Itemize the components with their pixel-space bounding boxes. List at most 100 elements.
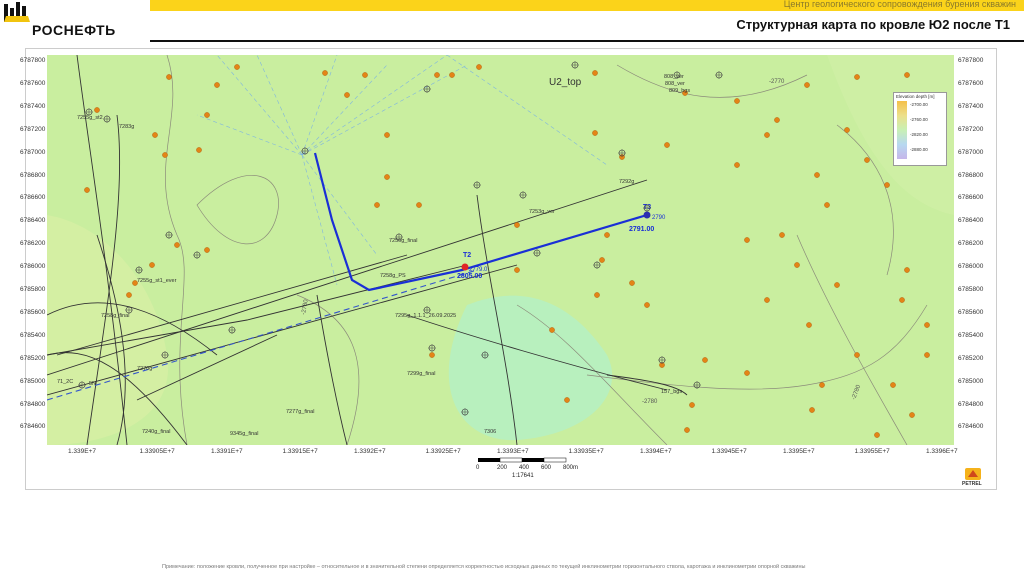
well-label: 7258g_PS bbox=[380, 273, 406, 279]
well-dot bbox=[594, 292, 600, 298]
x-tick-label: 1.33925E+7 bbox=[425, 448, 461, 455]
well-dot bbox=[196, 147, 202, 153]
well-dot bbox=[684, 427, 690, 433]
well-label: 7258g_final bbox=[101, 313, 129, 319]
y-tick-label: 6787400 bbox=[20, 102, 46, 110]
y-tick-label: 6784800 bbox=[958, 400, 984, 408]
y-tick-label: 6787400 bbox=[958, 102, 984, 110]
target-tvd: 2805.00 bbox=[457, 273, 482, 280]
well-dot bbox=[834, 282, 840, 288]
well-label: 7255g_st1_ever bbox=[137, 278, 177, 284]
well-dot bbox=[644, 302, 650, 308]
y-tick-label: 6786200 bbox=[958, 240, 984, 248]
legend-color-bar bbox=[897, 101, 907, 159]
target-depth: 2790 bbox=[652, 215, 666, 221]
target-tvd: 2791.00 bbox=[629, 226, 654, 233]
y-tick-label: 6787000 bbox=[958, 148, 984, 156]
well-dot bbox=[166, 74, 172, 80]
well-label: 71_2C bbox=[57, 379, 73, 385]
y-tick-label: 6785000 bbox=[20, 377, 46, 385]
well-dot bbox=[774, 117, 780, 123]
contour-label: -2770 bbox=[769, 79, 785, 85]
well-label: 808_ver bbox=[665, 81, 685, 87]
well-dot bbox=[449, 72, 455, 78]
well-dot bbox=[84, 187, 90, 193]
x-tick-label: 1.3391E+7 bbox=[211, 448, 243, 455]
x-tick-label: 1.3396E+7 bbox=[926, 448, 958, 455]
well-dot bbox=[806, 322, 812, 328]
well-dot bbox=[819, 382, 825, 388]
well-dot bbox=[374, 202, 380, 208]
legend-value: -2820.00 bbox=[910, 132, 928, 137]
well-dot bbox=[384, 132, 390, 138]
footnote: Примечание: положение кровли, полученное… bbox=[162, 564, 806, 570]
well-dot bbox=[744, 370, 750, 376]
well-dot bbox=[234, 64, 240, 70]
y-tick-label: 6786800 bbox=[958, 171, 984, 179]
well-label: 7292g bbox=[619, 179, 634, 185]
well-dot bbox=[890, 382, 896, 388]
y-tick-label: 6787200 bbox=[958, 125, 984, 133]
x-tick-label: 1.3394E+7 bbox=[640, 448, 672, 455]
legend-title: Elevation depth [m] bbox=[896, 94, 935, 99]
well-dot bbox=[174, 242, 180, 248]
well-dot bbox=[909, 412, 915, 418]
well-dot bbox=[429, 352, 435, 358]
y-tick-label: 6784800 bbox=[20, 400, 46, 408]
rosneft-logo-icon bbox=[4, 2, 30, 22]
well-dot bbox=[854, 74, 860, 80]
y-tick-label: 6787000 bbox=[20, 148, 46, 156]
scale-tick: 200 bbox=[497, 465, 508, 471]
logo-text: РОСНЕФТЬ bbox=[32, 22, 116, 38]
well-dot bbox=[874, 432, 880, 438]
scale-tick: 600 bbox=[541, 465, 552, 471]
legend-value: -2760.00 bbox=[910, 117, 928, 122]
y-tick-label: 6787200 bbox=[20, 125, 46, 133]
well-dot bbox=[152, 132, 158, 138]
contour-label: -2780 bbox=[642, 399, 658, 405]
well-dot bbox=[924, 322, 930, 328]
rosneft-logo: РОСНЕФТЬ bbox=[2, 2, 152, 38]
well-label: 7277g_final bbox=[286, 409, 314, 415]
well-label: 7283g bbox=[119, 124, 134, 130]
well-dot bbox=[809, 407, 815, 413]
well-label: 7306 bbox=[484, 429, 496, 435]
scale-ratio: 1:17641 bbox=[512, 473, 534, 479]
well-dot bbox=[344, 92, 350, 98]
well-dot bbox=[322, 70, 328, 76]
x-tick-label: 1.33905E+7 bbox=[139, 448, 175, 455]
petrel-logo: PETREL bbox=[962, 466, 984, 488]
y-tick-label: 6785800 bbox=[20, 286, 46, 293]
y-tick-label: 6784600 bbox=[20, 423, 46, 431]
well-dot bbox=[549, 327, 555, 333]
well-dot bbox=[564, 397, 570, 403]
well-dot bbox=[764, 297, 770, 303]
top-strip: Центр геологического сопровождения бурен… bbox=[150, 0, 1024, 11]
y-tick-label: 6785400 bbox=[958, 331, 984, 339]
well-label: 7256g_final bbox=[389, 238, 417, 244]
well-dot bbox=[204, 247, 210, 253]
well-dot bbox=[592, 70, 598, 76]
well-label: 809_bgs bbox=[669, 88, 690, 94]
y-tick-label: 6787600 bbox=[958, 79, 984, 87]
x-tick-label: 1.3393E+7 bbox=[497, 448, 529, 455]
y-tick-label: 6787800 bbox=[958, 57, 984, 64]
well-label: 7253g_ver bbox=[529, 209, 555, 215]
y-tick-label: 6786400 bbox=[958, 217, 984, 225]
y-tick-label: 6786600 bbox=[20, 194, 46, 202]
well-label: 7240g_final bbox=[142, 429, 170, 435]
well-dot bbox=[734, 162, 740, 168]
page-title: Структурная карта по кровле Ю2 после Т1 bbox=[736, 17, 1010, 32]
well-dot bbox=[126, 292, 132, 298]
y-tick-label: 6786600 bbox=[958, 194, 984, 202]
well-dot bbox=[794, 262, 800, 268]
well-dot bbox=[514, 267, 520, 273]
y-tick-label: 6785200 bbox=[20, 354, 46, 362]
well-dot bbox=[592, 130, 598, 136]
y-tick-label: 6784600 bbox=[958, 423, 984, 431]
top-strip-text: Центр геологического сопровождения бурен… bbox=[783, 0, 1016, 9]
well-dot bbox=[924, 352, 930, 358]
well-label: 9345g_final bbox=[230, 431, 258, 437]
y-tick-label: 6785600 bbox=[958, 308, 984, 316]
well-dot bbox=[844, 127, 850, 133]
